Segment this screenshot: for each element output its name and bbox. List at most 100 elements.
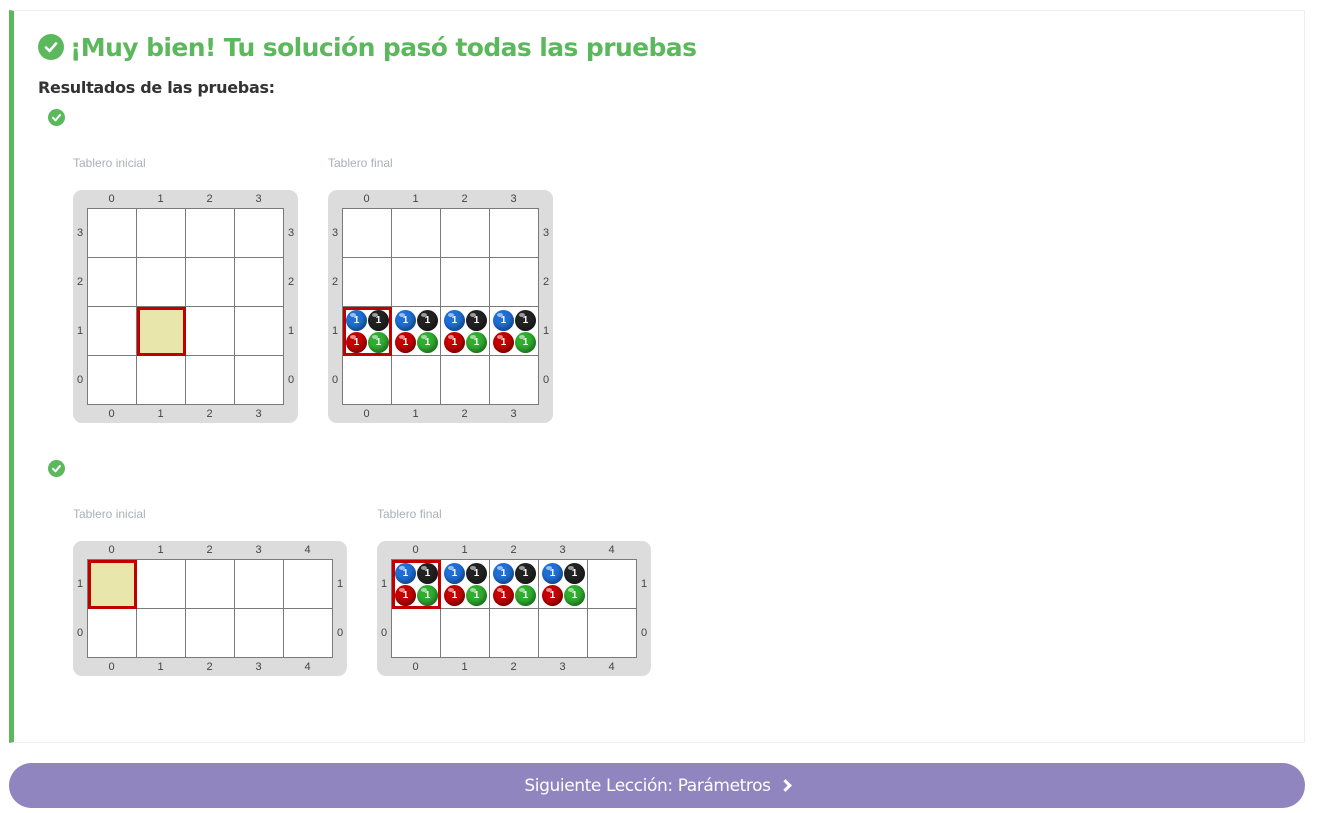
result-panel: ¡Muy bien! Tu solución pasó todas las pr… — [9, 10, 1305, 743]
board-cell — [392, 258, 441, 307]
row-label: 1 — [76, 325, 84, 337]
board-cell — [137, 356, 186, 405]
board-caption: Tablero final — [328, 156, 393, 170]
row-label: 0 — [542, 374, 550, 386]
board-cell — [441, 609, 490, 658]
green-stone-icon: 1 — [368, 332, 389, 353]
test-passed-check-icon — [48, 460, 65, 477]
board-cell — [343, 356, 392, 405]
head-cell — [137, 307, 186, 356]
check-circle-icon — [38, 34, 64, 60]
board-cell — [137, 609, 186, 658]
column-label: 3 — [255, 661, 262, 673]
stone-count: 1 — [522, 568, 529, 579]
green-stone-icon: 1 — [417, 585, 438, 606]
stone-count: 1 — [424, 315, 431, 326]
board-cell — [343, 258, 392, 307]
board-cell — [490, 356, 539, 405]
board-cell — [490, 209, 539, 258]
stones-group: 1 1 1 1 — [346, 310, 389, 353]
board-cell — [88, 258, 137, 307]
board-grid — [87, 208, 284, 405]
board-cell — [441, 209, 490, 258]
red-stone-icon: 1 — [395, 585, 416, 606]
board-cell — [88, 307, 137, 356]
red-stone-icon: 1 — [395, 332, 416, 353]
green-stone-icon: 1 — [515, 332, 536, 353]
column-label: 0 — [412, 544, 419, 556]
board-cell — [88, 356, 137, 405]
black-stone-icon: 1 — [466, 310, 487, 331]
board-caption: Tablero final — [377, 507, 442, 521]
black-stone-icon: 1 — [466, 563, 487, 584]
column-label: 2 — [510, 544, 517, 556]
board-grid: 1 1 1 1 1 1 1 1 1 1 1 1 1 1 1 1 — [391, 559, 637, 658]
board-cell — [284, 609, 333, 658]
column-label: 2 — [461, 408, 468, 420]
green-stone-icon: 1 — [564, 585, 585, 606]
chevron-right-icon — [778, 779, 792, 792]
column-label: 4 — [304, 544, 311, 556]
black-stone-icon: 1 — [515, 563, 536, 584]
black-stone-icon: 1 — [564, 563, 585, 584]
stone-count: 1 — [500, 568, 507, 579]
board-cell — [392, 609, 441, 658]
board-grid: 1 1 1 1 1 1 1 1 1 1 1 1 1 1 1 1 — [342, 208, 539, 405]
column-label: 3 — [510, 193, 517, 205]
next-lesson-label: Siguiente Lección: Parámetros — [524, 775, 771, 796]
red-stone-icon: 1 — [346, 332, 367, 353]
column-label: 2 — [461, 193, 468, 205]
red-stone-icon: 1 — [493, 585, 514, 606]
column-label: 1 — [461, 544, 468, 556]
stone-count: 1 — [451, 568, 458, 579]
stones-group: 1 1 1 1 — [444, 310, 487, 353]
next-lesson-button[interactable]: Siguiente Lección: Parámetros — [9, 763, 1305, 808]
board-caption: Tablero inicial — [73, 156, 146, 170]
board-cell — [235, 609, 284, 658]
column-label: 4 — [608, 544, 615, 556]
stone-count: 1 — [500, 315, 507, 326]
column-label: 0 — [108, 408, 115, 420]
row-label: 3 — [331, 227, 339, 239]
column-label: 1 — [157, 408, 164, 420]
column-label: 1 — [412, 408, 419, 420]
column-label: 2 — [206, 408, 213, 420]
column-label: 0 — [363, 408, 370, 420]
column-label: 2 — [206, 661, 213, 673]
board-cell — [539, 609, 588, 658]
stone-count: 1 — [402, 337, 409, 348]
board-cell: 1 1 1 1 — [441, 560, 490, 609]
row-label: 0 — [331, 374, 339, 386]
column-label: 0 — [108, 193, 115, 205]
board-cell — [186, 258, 235, 307]
column-label: 1 — [157, 661, 164, 673]
blue-stone-icon: 1 — [493, 310, 514, 331]
board-cell — [88, 209, 137, 258]
board-cell — [88, 609, 137, 658]
results-label: Resultados de las pruebas: — [38, 78, 275, 97]
column-label: 2 — [510, 661, 517, 673]
stones-group: 1 1 1 1 — [493, 310, 536, 353]
stones-group: 1 1 1 1 — [395, 563, 438, 606]
test-passed-check-icon — [48, 109, 65, 126]
column-label: 3 — [510, 408, 517, 420]
board-cell: 1 1 1 1 — [490, 560, 539, 609]
stone-count: 1 — [375, 315, 382, 326]
stone-count: 1 — [522, 315, 529, 326]
stone-count: 1 — [402, 315, 409, 326]
board-cell: 1 1 1 1 — [490, 307, 539, 356]
red-stone-icon: 1 — [444, 332, 465, 353]
board-cell — [137, 560, 186, 609]
red-stone-icon: 1 — [444, 585, 465, 606]
stone-count: 1 — [451, 337, 458, 348]
stones-group: 1 1 1 1 — [493, 563, 536, 606]
board-grid — [87, 559, 333, 658]
board-cell: 1 1 1 1 — [441, 307, 490, 356]
stone-count: 1 — [402, 590, 409, 601]
board-cell: 1 1 1 1 — [539, 560, 588, 609]
board-cell — [137, 209, 186, 258]
row-label: 1 — [542, 325, 550, 337]
head-cell: 1 1 1 1 — [343, 307, 392, 356]
board-cell — [392, 209, 441, 258]
board-cell — [186, 356, 235, 405]
